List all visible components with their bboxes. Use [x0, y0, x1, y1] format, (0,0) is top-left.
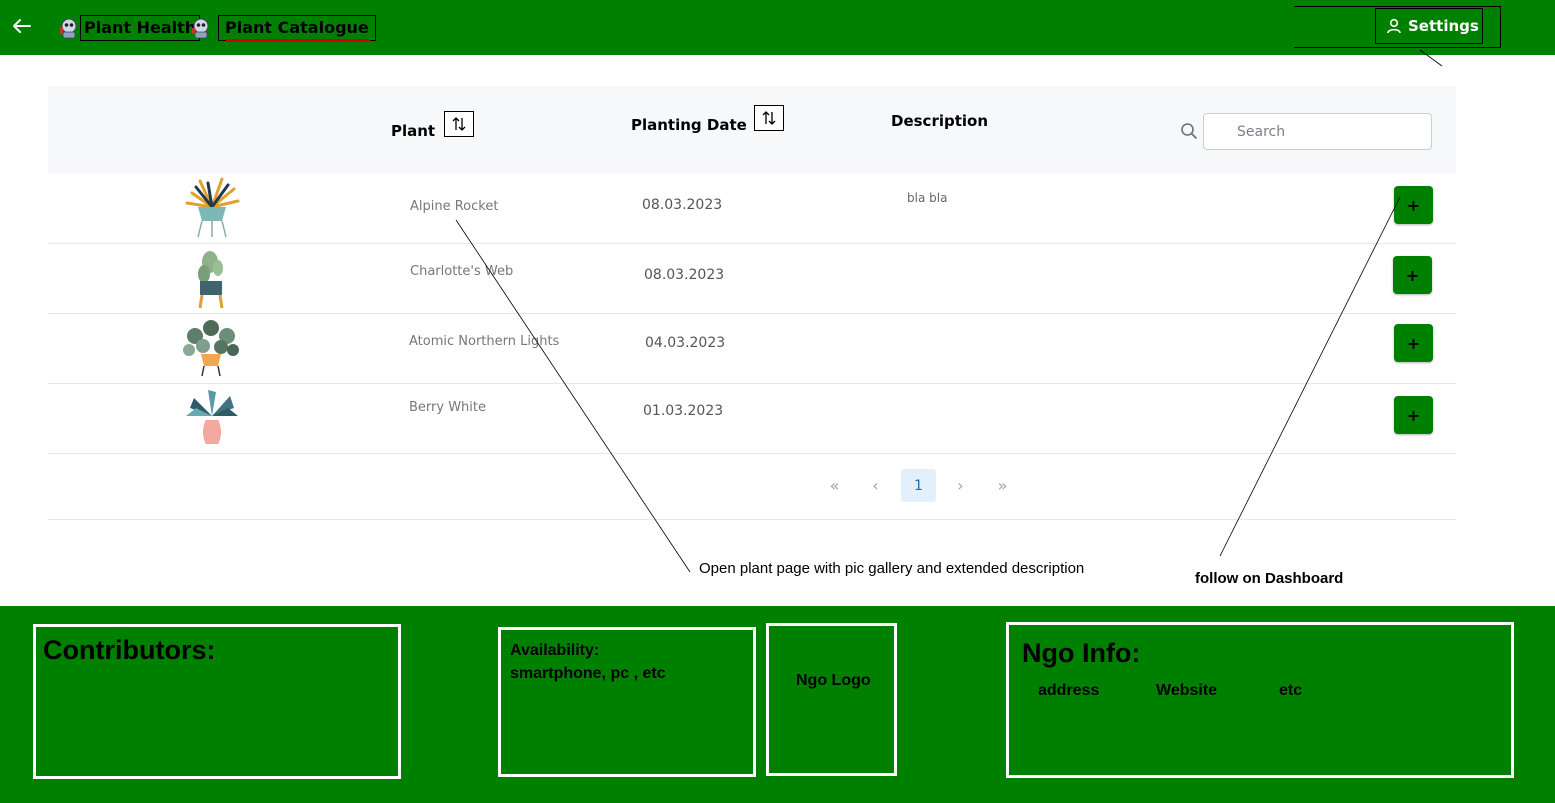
- settings-label: Settings: [1408, 17, 1479, 35]
- nav-plant-catalogue[interactable]: Plant Catalogue: [190, 12, 376, 44]
- plant-description: bla bla: [907, 191, 948, 205]
- contributors-box: Contributors:: [33, 624, 401, 779]
- column-header-description: Description: [891, 112, 989, 130]
- plant-name[interactable]: Atomic Northern Lights: [409, 334, 559, 349]
- plant-name[interactable]: Charlotte's Web: [410, 264, 513, 279]
- sort-date-button[interactable]: [754, 105, 784, 131]
- robot-icon: [60, 18, 77, 39]
- ngo-info-etc: etc: [1279, 682, 1303, 699]
- back-arrow-icon[interactable]: [10, 14, 34, 38]
- search-icon: [1181, 123, 1197, 139]
- table-row[interactable]: [48, 244, 1456, 314]
- nav-label-plant-health: Plant Health: [80, 15, 201, 41]
- plant-name[interactable]: Alpine Rocket: [410, 199, 498, 214]
- search-input[interactable]: [1203, 113, 1432, 150]
- follow-button[interactable]: +: [1394, 186, 1433, 224]
- sort-plant-button[interactable]: [444, 111, 474, 137]
- follow-button[interactable]: +: [1394, 396, 1433, 434]
- planting-date: 04.03.2023: [645, 335, 726, 351]
- availability-box: Availability: smartphone, pc , etc: [498, 627, 756, 777]
- annotation-follow: follow on Dashboard: [1195, 570, 1344, 587]
- ngo-logo-box: Ngo Logo: [766, 623, 897, 776]
- table-row[interactable]: [48, 314, 1456, 384]
- user-icon: [1387, 18, 1401, 34]
- planting-date: 08.03.2023: [644, 267, 725, 283]
- ngo-info-title: Ngo Info:: [1022, 638, 1141, 668]
- table-row[interactable]: [48, 384, 1456, 454]
- vase-plant-icon: [186, 390, 238, 444]
- pilea-icon: [183, 320, 239, 377]
- column-header-planting-date: Planting Date: [631, 116, 747, 134]
- planting-date: 01.03.2023: [643, 403, 724, 419]
- first-page-button[interactable]: «: [817, 469, 852, 502]
- ngo-info-website[interactable]: Website: [1156, 682, 1217, 700]
- follow-button[interactable]: +: [1394, 324, 1433, 362]
- plant-name[interactable]: Berry White: [409, 400, 486, 415]
- page-1-button[interactable]: 1: [901, 469, 936, 502]
- column-header-plant: Plant: [391, 122, 436, 140]
- nav-label-plant-catalogue: Plant Catalogue: [218, 15, 376, 41]
- planting-date: 08.03.2023: [642, 197, 723, 213]
- sort-arrows-icon: [452, 117, 466, 131]
- top-bar: Plant Health Plant Catalogue Settings: [0, 0, 1555, 55]
- contributors-title: Contributors:: [43, 635, 216, 665]
- sort-arrows-icon: [762, 111, 776, 125]
- follow-button[interactable]: +: [1393, 256, 1432, 294]
- ngo-info-address: address: [1038, 682, 1100, 699]
- table-row[interactable]: [48, 174, 1456, 244]
- settings-button[interactable]: Settings: [1375, 8, 1483, 44]
- plant-icon: [185, 177, 240, 238]
- active-tab-underline: [226, 39, 370, 42]
- availability-text: smartphone, pc , etc: [510, 665, 666, 682]
- prev-page-button[interactable]: ‹: [858, 469, 893, 502]
- availability-title: Availability:: [510, 642, 600, 659]
- ngo-logo-label: Ngo Logo: [796, 672, 871, 689]
- nav-plant-health[interactable]: Plant Health: [58, 12, 201, 44]
- annotation-open-plant: Open plant page with pic gallery and ext…: [699, 560, 1085, 577]
- robot-icon: [192, 18, 209, 39]
- cactus-icon: [198, 251, 224, 309]
- table-bottom-divider: [48, 519, 1456, 520]
- next-page-button[interactable]: ›: [943, 469, 978, 502]
- last-page-button[interactable]: »: [985, 469, 1020, 502]
- ngo-info-box: Ngo Info: address Website etc: [1006, 622, 1514, 778]
